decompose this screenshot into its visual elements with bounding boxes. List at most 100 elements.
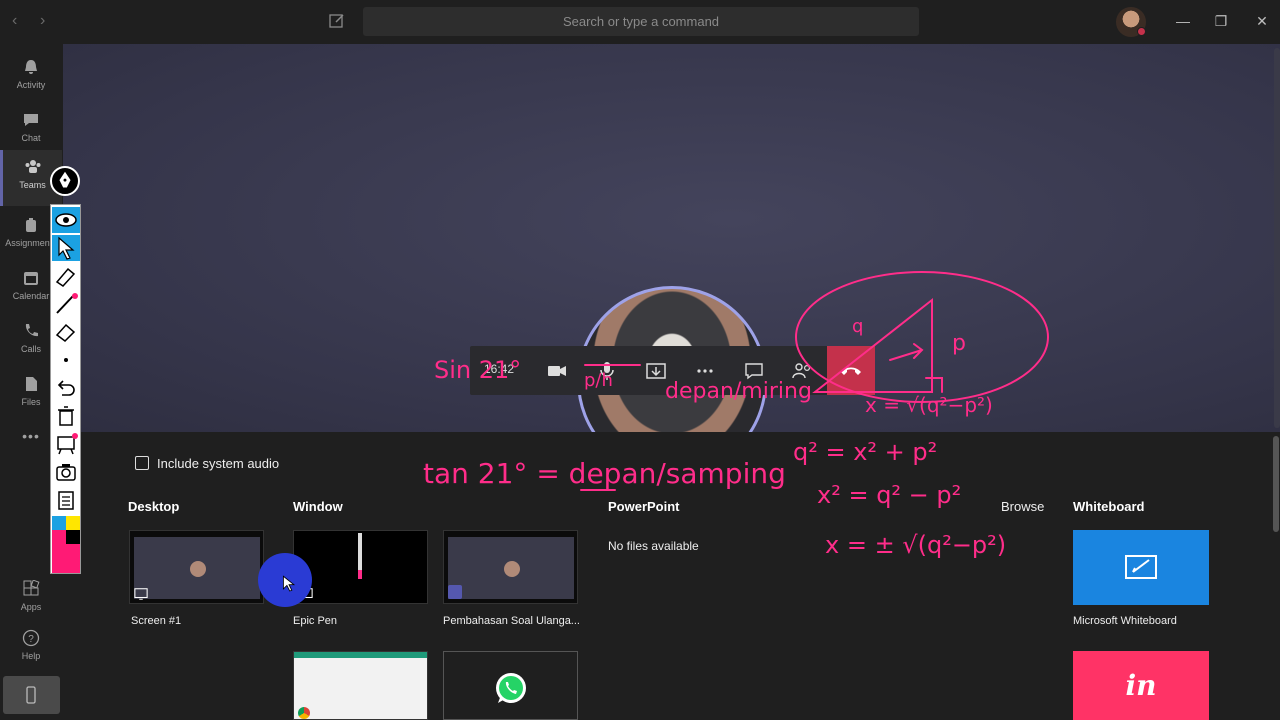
- teams-icon: [25, 160, 40, 173]
- section-desktop: Desktop: [128, 499, 180, 514]
- call-controls-bar: 16:42: [470, 346, 875, 395]
- search-input[interactable]: Search or type a command: [363, 7, 919, 36]
- highlighter-icon: [55, 267, 76, 287]
- screen-label: Screen #1: [131, 615, 182, 627]
- window-thumbnail-browser[interactable]: [293, 651, 428, 720]
- rail-label: Teams: [19, 180, 46, 190]
- rail-item-activity[interactable]: Activity: [0, 50, 62, 100]
- share-screen-icon[interactable]: [643, 358, 669, 384]
- rail-item-chat[interactable]: Chat: [0, 103, 62, 153]
- restore-icon[interactable]: ❐: [1212, 12, 1230, 30]
- apps-icon: [23, 580, 40, 596]
- eraser-icon: [55, 323, 76, 342]
- stage-scrollbar[interactable]: [1274, 48, 1280, 428]
- invision-tile[interactable]: in: [1073, 651, 1209, 720]
- board-tool[interactable]: [52, 431, 80, 457]
- chat-icon: [24, 114, 38, 126]
- cursor-highlight: [258, 553, 312, 607]
- more-options-icon[interactable]: [692, 358, 718, 384]
- rail-label: Files: [21, 397, 41, 407]
- teams-app-icon: [448, 585, 462, 599]
- participants-icon[interactable]: [789, 358, 815, 384]
- rail-label: Calls: [20, 344, 41, 354]
- window-thumbnail-whatsapp[interactable]: [443, 651, 578, 720]
- calendar-icon: [24, 272, 38, 285]
- monitor-share-icon: [134, 588, 148, 600]
- svg-text:?: ?: [28, 634, 34, 645]
- undo-tool[interactable]: [52, 375, 80, 401]
- phone-device-icon: [26, 686, 36, 704]
- eraser-tool[interactable]: [52, 319, 80, 345]
- mouse-pointer-icon: [282, 575, 296, 592]
- include-audio-checkbox[interactable]: [135, 456, 149, 470]
- pen-icon: [56, 293, 78, 314]
- camera-icon: [56, 464, 76, 481]
- board-icon: [57, 433, 78, 455]
- clipboard-tool[interactable]: [52, 487, 80, 513]
- forward-arrow-icon[interactable]: ›: [40, 12, 45, 30]
- device-button[interactable]: [3, 676, 60, 714]
- rail-label: Activity: [16, 80, 46, 90]
- window-label: Pembahasan Soal Ulanga...: [443, 615, 580, 627]
- trash-icon: [58, 406, 74, 426]
- whiteboard-icon: [1125, 555, 1157, 579]
- window-thumbnail-epicpen[interactable]: [293, 530, 428, 604]
- cursor-tool[interactable]: [52, 235, 80, 261]
- whiteboard-label: Microsoft Whiteboard: [1073, 615, 1177, 627]
- include-audio-label: Include system audio: [157, 456, 280, 471]
- conversation-icon[interactable]: [741, 358, 767, 384]
- minimize-icon[interactable]: —: [1174, 12, 1192, 30]
- share-tray: Include system audio Desktop Window Powe…: [63, 432, 1280, 720]
- presence-badge: [1137, 27, 1146, 36]
- close-icon[interactable]: ✕: [1253, 12, 1271, 30]
- hang-up-button[interactable]: [827, 346, 875, 395]
- section-powerpoint: PowerPoint: [608, 499, 680, 514]
- tray-scrollbar[interactable]: [1273, 436, 1279, 532]
- browse-link[interactable]: Browse: [1001, 499, 1044, 514]
- back-arrow-icon[interactable]: ‹: [12, 12, 17, 30]
- window-label: Epic Pen: [293, 615, 338, 627]
- brush-size-tool[interactable]: [52, 347, 80, 373]
- highlighter-tool[interactable]: [52, 264, 80, 290]
- section-window: Window: [293, 499, 343, 514]
- no-files-message: No files available: [608, 539, 699, 553]
- swatch-cyan[interactable]: [52, 516, 66, 530]
- hang-up-icon: [841, 367, 861, 375]
- swatch-pink[interactable]: [52, 530, 66, 544]
- epic-pen-toolbar: [50, 204, 81, 574]
- swatch-yellow[interactable]: [66, 516, 80, 530]
- swatch-black[interactable]: [66, 530, 80, 544]
- thumb-preview: [358, 533, 362, 579]
- arrow-cursor-icon: [58, 236, 75, 260]
- whiteboard-tile[interactable]: [1073, 530, 1209, 605]
- compose-icon[interactable]: [328, 12, 346, 30]
- assignments-icon: [26, 218, 36, 232]
- rail-item-apps[interactable]: Apps: [0, 572, 62, 622]
- rail-label: Help: [21, 651, 41, 661]
- pen-tool[interactable]: [52, 291, 80, 317]
- window-thumbnail-teams[interactable]: [443, 530, 578, 604]
- thumb-avatar: [190, 561, 206, 577]
- call-timer: 16:42: [484, 362, 515, 376]
- microphone-icon[interactable]: [594, 358, 620, 384]
- epic-pen-logo[interactable]: [50, 166, 80, 196]
- pen-nib-icon: [59, 171, 71, 188]
- dot-icon: [64, 358, 68, 362]
- chrome-icon: [298, 707, 310, 719]
- screenshot-tool[interactable]: [52, 459, 80, 485]
- eye-icon: [55, 213, 77, 227]
- screen-thumbnail[interactable]: [129, 530, 264, 604]
- clear-tool[interactable]: [52, 403, 80, 429]
- whatsapp-icon: [496, 673, 526, 703]
- eye-tool[interactable]: [52, 207, 80, 233]
- bell-icon: [25, 60, 37, 74]
- rail-item-help[interactable]: ? Help: [0, 621, 62, 671]
- current-color: [52, 544, 80, 573]
- section-whiteboard: Whiteboard: [1073, 499, 1145, 514]
- camera-icon[interactable]: [544, 358, 570, 384]
- color-swatches[interactable]: [52, 516, 80, 573]
- rail-label: Calendar: [12, 291, 50, 301]
- title-bar: ‹ › Search or type a command — ❐ ✕: [0, 0, 1280, 44]
- undo-icon: [57, 380, 75, 396]
- phone-icon: [25, 324, 38, 337]
